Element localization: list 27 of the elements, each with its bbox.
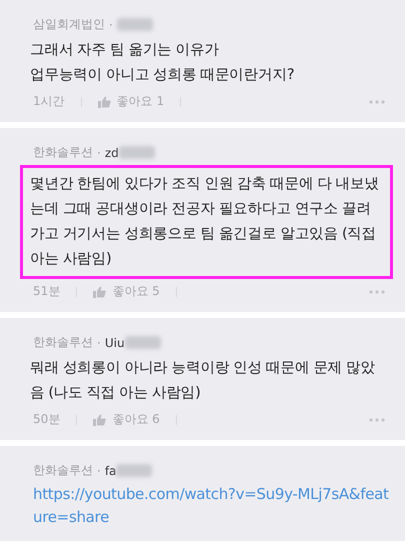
more-icon[interactable]	[369, 100, 385, 104]
user-name: fa	[104, 464, 116, 478]
comment-time: 1시간	[33, 93, 65, 110]
like-button[interactable]: 좋아요 5	[112, 283, 160, 300]
like-button[interactable]: 좋아요 6	[112, 411, 160, 428]
company-name: 한화솔루션	[33, 334, 93, 351]
thumbs-up-icon[interactable]	[93, 286, 106, 298]
separator-dot: ·	[97, 336, 101, 350]
separator-dot: ·	[109, 18, 113, 32]
more-icon[interactable]	[369, 290, 385, 294]
more-icon[interactable]	[369, 418, 385, 422]
comment-text: 그래서 자주 팀 옮기는 이유가 업무능력이 아니고 성희롱 때문이란거지?	[29, 41, 295, 85]
separator-dot: ·	[97, 464, 101, 478]
comment-text: 몇년간 한팀에 있다가 조직 인원 감축 때문에 다 내보냈는데 그때 공대생이라 전공자 필요하다고 연구소 끌려가고 거기서는 성희롱으로 팀 옮긴걸로 알고있음 (직접 아는 사람임)	[20, 165, 393, 279]
comment-link[interactable]: https://youtube.com/watch?v=Su9y-MLj7sA&feature=share	[33, 483, 393, 529]
user-name: zd	[104, 146, 119, 160]
company-name: 삼일회계법인	[33, 16, 105, 33]
separator-dot: ·	[97, 146, 101, 160]
company-name: 한화솔루션	[33, 462, 93, 479]
comment-time: 50분	[33, 411, 60, 428]
comment-time: 51분	[33, 283, 60, 300]
company-name: 한화솔루션	[33, 144, 93, 161]
like-button[interactable]: 좋아요 1	[116, 93, 164, 110]
comment-text: 뭐래 성희롱이 아니라 능력이랑 인성 때문에 문제 많았음 (나도 직접 아는 사람임)	[29, 359, 376, 403]
thumbs-up-icon[interactable]	[98, 96, 111, 108]
user-name: Uiu	[104, 336, 125, 350]
thumbs-up-icon[interactable]	[93, 414, 106, 426]
